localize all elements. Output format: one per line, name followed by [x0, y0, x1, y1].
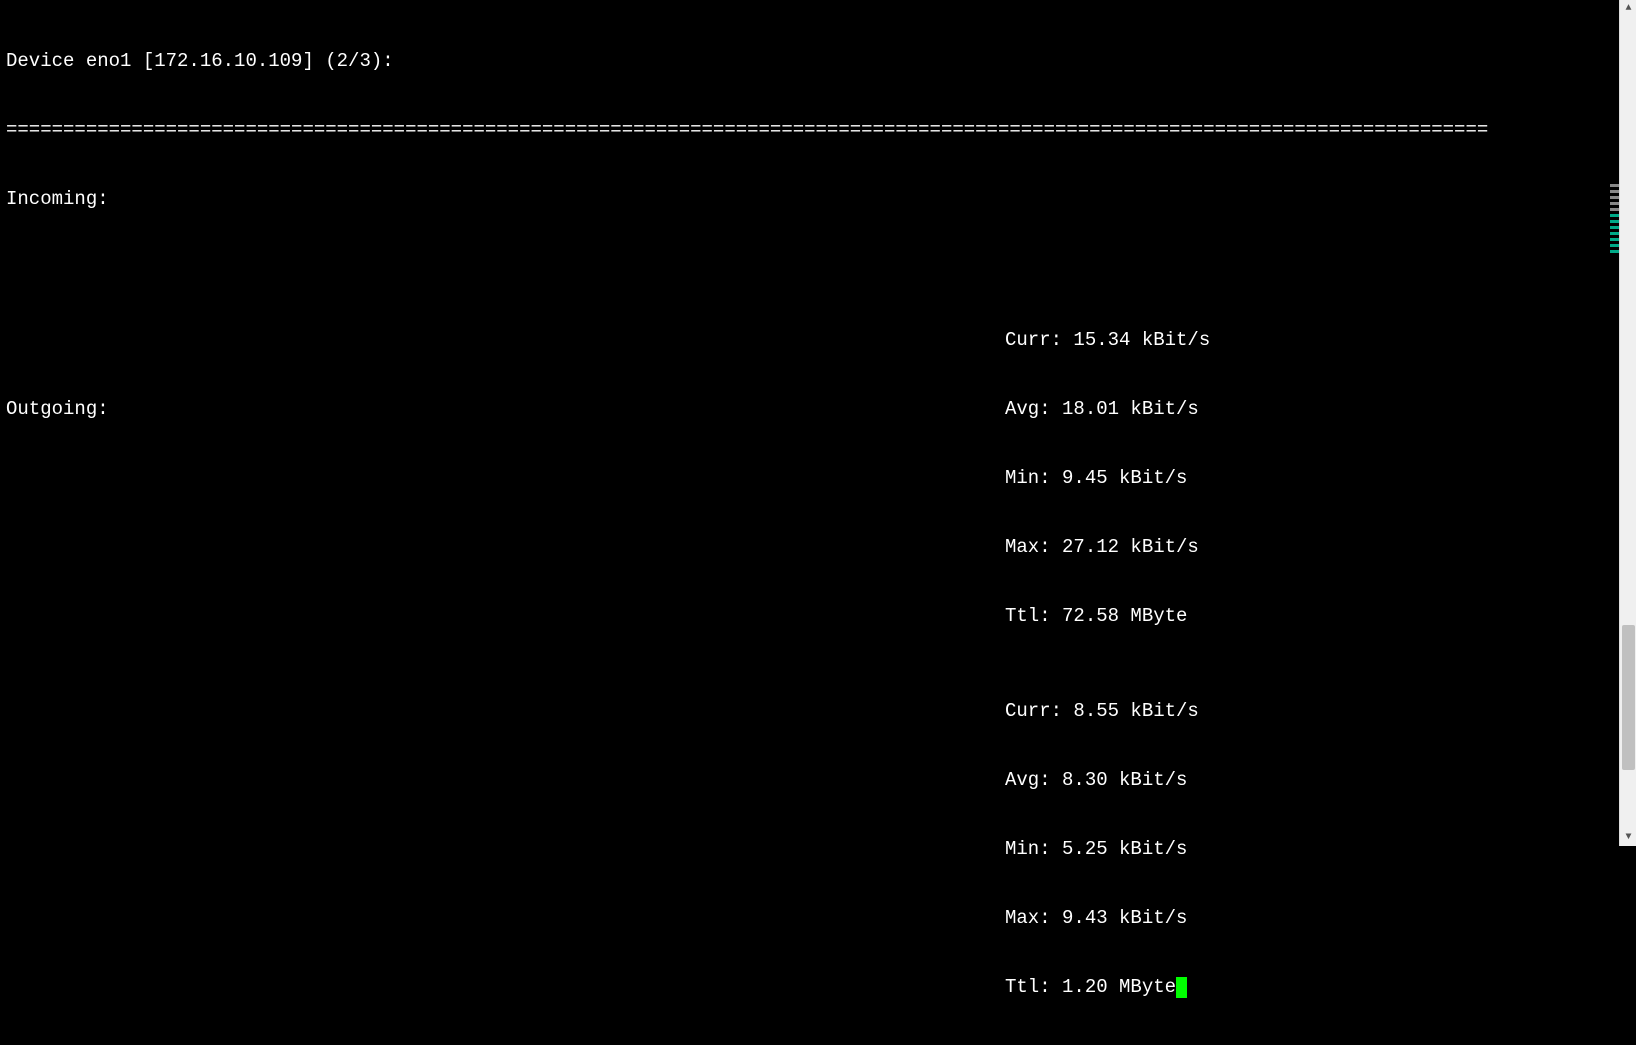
incoming-min: Min: 9.45 kBit/s — [1005, 467, 1210, 490]
vertical-scrollbar[interactable]: ▲ ▼ — [1619, 0, 1636, 846]
incoming-label: Incoming: — [6, 188, 1488, 211]
terminal-output: Device eno1 [172.16.10.109] (2/3): =====… — [0, 0, 1494, 846]
scroll-down-arrow[interactable]: ▼ — [1620, 829, 1636, 846]
scroll-thumb[interactable] — [1622, 625, 1635, 770]
outgoing-curr: Curr: 8.55 kBit/s — [1005, 700, 1199, 723]
outgoing-min: Min: 5.25 kBit/s — [1005, 838, 1199, 861]
outgoing-ttl: Ttl: 1.20 MByte — [1005, 976, 1199, 999]
outgoing-label: Outgoing: — [6, 398, 109, 421]
incoming-curr: Curr: 15.34 kBit/s — [1005, 329, 1210, 352]
outgoing-max: Max: 9.43 kBit/s — [1005, 907, 1199, 930]
activity-indicator — [1610, 184, 1619, 264]
scroll-up-arrow[interactable]: ▲ — [1620, 0, 1636, 17]
terminal-cursor — [1176, 977, 1187, 998]
outgoing-stats: Curr: 8.55 kBit/s Avg: 8.30 kBit/s Min: … — [1005, 654, 1199, 1045]
incoming-stats: Curr: 15.34 kBit/s Avg: 18.01 kBit/s Min… — [1005, 283, 1210, 674]
incoming-ttl: Ttl: 72.58 MByte — [1005, 605, 1210, 628]
incoming-avg: Avg: 18.01 kBit/s — [1005, 398, 1210, 421]
separator-line: ========================================… — [6, 119, 1488, 142]
device-header: Device eno1 [172.16.10.109] (2/3): — [6, 50, 1488, 73]
outgoing-avg: Avg: 8.30 kBit/s — [1005, 769, 1199, 792]
incoming-max: Max: 27.12 kBit/s — [1005, 536, 1210, 559]
